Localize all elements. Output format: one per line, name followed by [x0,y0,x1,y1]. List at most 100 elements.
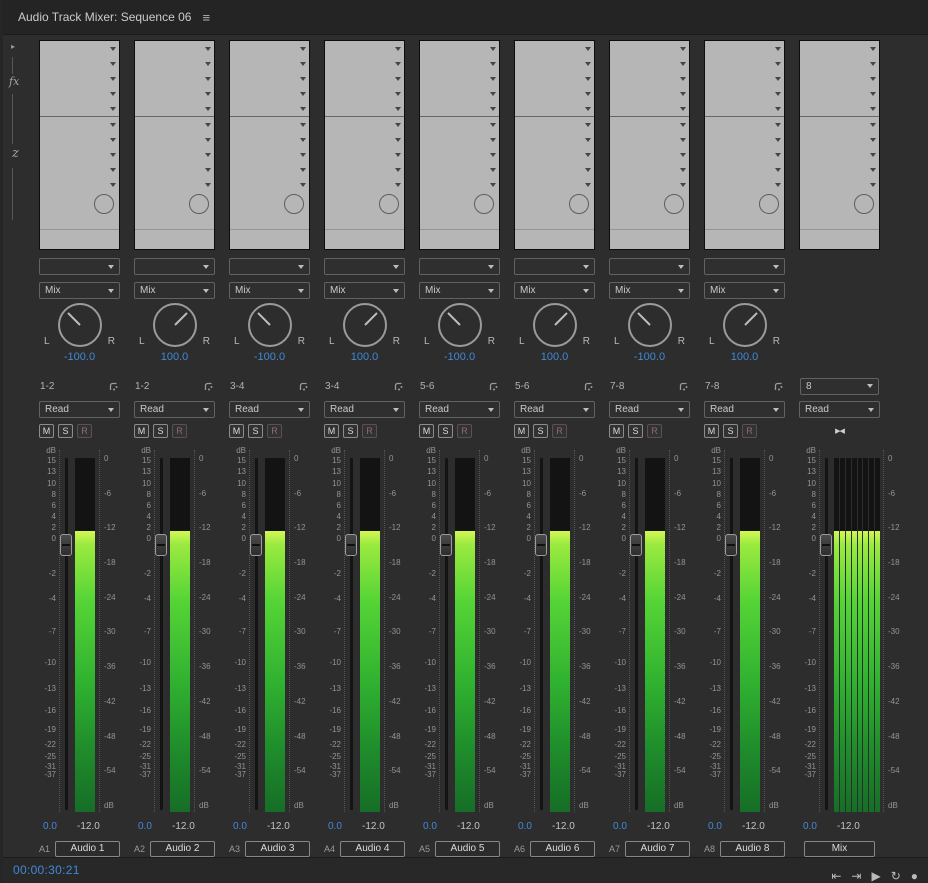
track-name-field[interactable]: Mix [804,840,875,857]
send-assignment-dropdown[interactable] [419,258,500,275]
fx-slot[interactable] [705,56,784,71]
track-name-field[interactable]: Audio 4 [340,840,405,857]
fader-track[interactable] [65,458,68,810]
fader-track[interactable] [825,458,828,810]
fx-slot[interactable] [135,162,214,177]
track-output-dropdown[interactable]: Mix [704,282,785,299]
fx-slot[interactable] [230,71,309,86]
direct-output-icon[interactable] [108,381,119,392]
fx-slot[interactable] [325,132,404,147]
fader-handle[interactable] [725,534,737,556]
fx-slot[interactable] [515,162,594,177]
fx-slot[interactable] [800,132,879,147]
solo-button[interactable]: S [723,423,738,438]
fx-slot[interactable] [40,177,119,192]
fader-handle[interactable] [60,534,72,556]
pan-value[interactable]: -100.0 [419,351,500,363]
panel-menu-icon[interactable]: ≡ [202,10,210,25]
fx-slot[interactable] [610,117,689,132]
mute-button[interactable]: M [324,423,339,438]
pan-knob[interactable] [247,303,292,347]
record-arm-button[interactable]: R [742,423,757,438]
fx-slot[interactable] [325,147,404,162]
automation-mode-dropdown[interactable]: Read [324,401,405,418]
fx-slot[interactable] [610,71,689,86]
fx-slot[interactable] [420,71,499,86]
record-arm-button[interactable]: R [77,423,92,438]
track-output-dropdown[interactable]: Mix [514,282,595,299]
direct-output-icon[interactable] [298,381,309,392]
fx-slot[interactable] [800,177,879,192]
pan-knob[interactable] [627,303,672,347]
fx-slot[interactable] [705,162,784,177]
mute-button[interactable]: M [134,423,149,438]
fx-slot[interactable] [40,117,119,132]
send-assignment-dropdown[interactable] [229,258,310,275]
pan-value[interactable]: -100.0 [229,351,310,363]
pan-knob[interactable] [437,303,482,347]
fx-slot[interactable] [230,147,309,162]
send-assignment-dropdown[interactable] [39,258,120,275]
fx-slot[interactable] [800,71,879,86]
fx-slot[interactable] [515,56,594,71]
fx-slot[interactable] [515,41,594,56]
fx-slot[interactable] [420,177,499,192]
automation-mode-dropdown[interactable]: Read [514,401,595,418]
fader-value[interactable]: 0.0 [708,821,730,832]
fader-handle[interactable] [155,534,167,556]
fx-slot[interactable] [515,86,594,101]
fx-slot[interactable] [230,162,309,177]
fx-slot[interactable] [705,117,784,132]
fx-slot[interactable] [515,71,594,86]
direct-output-icon[interactable] [488,381,499,392]
fx-slot[interactable] [420,117,499,132]
pan-value[interactable]: 100.0 [134,351,215,363]
record-arm-button[interactable]: R [267,423,282,438]
fader-value[interactable]: 0.0 [328,821,350,832]
mute-button[interactable]: M [704,423,719,438]
fx-slot[interactable] [135,117,214,132]
record-icon[interactable]: ● [911,870,918,882]
fx-slot[interactable] [515,117,594,132]
fader-value[interactable]: 0.0 [518,821,540,832]
track-output-dropdown[interactable]: Mix [324,282,405,299]
mute-button[interactable]: M [39,423,54,438]
fx-slot[interactable] [515,101,594,116]
automation-mode-dropdown[interactable]: Read [704,401,785,418]
fx-slot[interactable] [135,86,214,101]
fx-slot[interactable] [610,101,689,116]
solo-button[interactable]: S [628,423,643,438]
fx-slot[interactable] [40,71,119,86]
direct-output-icon[interactable] [393,381,404,392]
fx-slot[interactable] [325,71,404,86]
fader-handle[interactable] [440,534,452,556]
solo-button[interactable]: S [248,423,263,438]
fx-slot[interactable] [420,56,499,71]
collapse-panel-icon[interactable]: ▸ [11,42,15,51]
fx-slot[interactable] [325,41,404,56]
track-name-field[interactable]: Audio 6 [530,840,595,857]
fader-handle[interactable] [820,534,832,556]
fx-slot[interactable] [325,101,404,116]
fx-slot[interactable] [135,71,214,86]
pan-knob[interactable] [342,303,387,347]
fx-slot[interactable] [230,177,309,192]
fx-slot[interactable] [325,162,404,177]
fader-track[interactable] [635,458,638,810]
fx-slot[interactable] [420,101,499,116]
fx-slot[interactable] [800,41,879,56]
downmix-icon[interactable]: ▶◀ [835,427,845,435]
fader-handle[interactable] [345,534,357,556]
automation-mode-dropdown[interactable]: Read [609,401,690,418]
record-arm-button[interactable]: R [552,423,567,438]
pan-value[interactable]: 100.0 [704,351,785,363]
playhead-timecode[interactable]: 00:00:30:21 [13,863,80,877]
fader-handle[interactable] [250,534,262,556]
go-to-in-icon[interactable]: ⇤ [831,870,841,882]
solo-button[interactable]: S [58,423,73,438]
fx-slot[interactable] [515,132,594,147]
fx-slot[interactable] [800,117,879,132]
fx-slot[interactable] [230,86,309,101]
track-name-field[interactable]: Audio 2 [150,840,215,857]
automation-mode-dropdown[interactable]: Read [799,401,880,418]
